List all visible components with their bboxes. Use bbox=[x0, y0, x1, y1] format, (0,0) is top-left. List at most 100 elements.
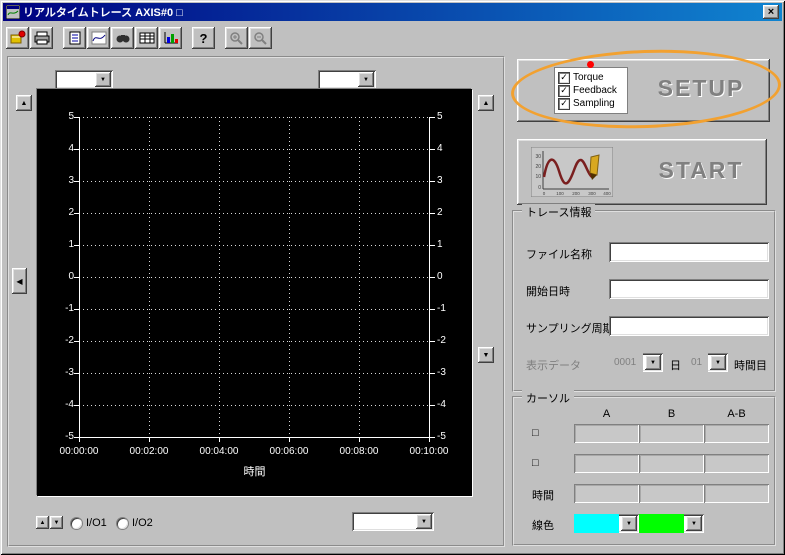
close-button[interactable]: × bbox=[763, 5, 779, 19]
tick bbox=[429, 438, 430, 442]
radio-label: I/O2 bbox=[132, 517, 153, 529]
grid-icon bbox=[139, 32, 154, 44]
sampling-period-field[interactable] bbox=[609, 316, 769, 336]
column-header-a: A bbox=[602, 408, 611, 420]
tick bbox=[289, 438, 290, 442]
cursor-value-cell bbox=[574, 424, 639, 443]
axis-slider-left-button[interactable]: ◀ bbox=[12, 268, 27, 294]
y-axis-tick-label: 5 bbox=[68, 111, 74, 122]
tick bbox=[74, 117, 79, 118]
tick bbox=[74, 149, 79, 150]
svg-text:200: 200 bbox=[572, 191, 580, 196]
cursor-group: カーソル A B A-B □ □ 時間 線色 ▼ ▼ bbox=[512, 390, 776, 546]
hour-unit-label: 時間目 bbox=[734, 360, 767, 372]
toolbar-separator bbox=[183, 27, 192, 49]
bottom-combo[interactable]: ▼ bbox=[352, 512, 434, 531]
scroll-up-small-button[interactable]: ▲ bbox=[36, 516, 49, 529]
dropdown-arrow-icon: ▼ bbox=[358, 72, 374, 87]
tick bbox=[74, 373, 79, 374]
tick bbox=[430, 373, 435, 374]
y-axis-tick-label: 2 bbox=[437, 207, 443, 218]
toolbar-button-grid[interactable] bbox=[135, 27, 158, 49]
y-axis-tick-label: 4 bbox=[437, 143, 443, 154]
y-axis-tick-label: -2 bbox=[437, 335, 446, 346]
x-axis-tick-label: 00:10:00 bbox=[409, 446, 449, 457]
scroll-up-right-button[interactable]: ▲ bbox=[478, 95, 494, 111]
y-axis-tick-label: -5 bbox=[437, 431, 446, 442]
scroll-down-right-button[interactable]: ▼ bbox=[478, 347, 494, 363]
hour-combo[interactable]: 01 ▼ bbox=[686, 353, 728, 372]
zoom-in-button[interactable] bbox=[225, 27, 248, 49]
day-unit-label: 日 bbox=[670, 360, 681, 372]
cursor-value-cell bbox=[704, 484, 769, 503]
y-axis-tick-label: -3 bbox=[65, 367, 74, 378]
left-arrow-icon: ◀ bbox=[16, 276, 23, 286]
zoom-in-icon bbox=[229, 31, 243, 45]
scroll-down-small-button[interactable]: ▼ bbox=[50, 516, 63, 529]
line-color-combo-a[interactable]: ▼ bbox=[574, 514, 639, 533]
setup-checkbox-feedback[interactable]: ✓ Feedback bbox=[559, 84, 627, 97]
channel-combo-right[interactable]: ▼ bbox=[318, 70, 376, 89]
file-name-field[interactable] bbox=[609, 242, 769, 262]
gridline bbox=[79, 149, 430, 150]
combo-value bbox=[55, 70, 93, 89]
tick bbox=[74, 213, 79, 214]
dropdown-arrow-icon: ▼ bbox=[686, 516, 702, 531]
start-button[interactable]: 30 20 10 0 0 100 200 300 400 START bbox=[517, 139, 767, 205]
radio-icon bbox=[117, 517, 128, 529]
gridline bbox=[79, 213, 430, 214]
gridline bbox=[79, 277, 430, 278]
svg-text:0: 0 bbox=[538, 185, 541, 191]
setup-button[interactable]: ✓ Torque ✓ Feedback ✓ Sampling SETUP bbox=[517, 59, 770, 122]
checkbox-icon: ✓ bbox=[559, 97, 569, 109]
dropdown-arrow-icon: ▼ bbox=[621, 516, 637, 531]
y-axis-tick-label: 5 bbox=[437, 111, 443, 122]
toolbar-button-curve[interactable] bbox=[87, 27, 110, 49]
checkbox-label: Sampling bbox=[573, 98, 615, 109]
line-color-combo-b[interactable]: ▼ bbox=[639, 514, 704, 533]
toolbar-separator bbox=[54, 27, 63, 49]
tick bbox=[430, 245, 435, 246]
gridline bbox=[149, 117, 150, 438]
gridline bbox=[289, 117, 290, 438]
toolbar-button-color-chart[interactable] bbox=[159, 27, 182, 49]
setup-checkbox-torque[interactable]: ✓ Torque bbox=[559, 71, 627, 84]
y-axis-tick-label: 3 bbox=[68, 175, 74, 186]
start-time-field[interactable] bbox=[609, 279, 769, 299]
file-name-label: ファイル名称 bbox=[526, 249, 592, 261]
toolbar-button-document[interactable] bbox=[63, 27, 86, 49]
dropdown-arrow-icon: ▼ bbox=[95, 72, 111, 87]
sampling-period-label: サンプリング周期 bbox=[526, 323, 614, 335]
title-bar[interactable]: リアルタイムトレース AXIS#0 □ × bbox=[3, 3, 782, 21]
trace-chart: 時間 5 5 4 4 3 3 2 2 1 1 0 0 -1 -1 -2 -2 -3 -3 -4 -4 -5 -5 00:00… bbox=[37, 89, 472, 496]
setup-checkbox-sampling[interactable]: ✓ Sampling bbox=[559, 97, 627, 110]
gridline bbox=[79, 181, 430, 182]
day-combo[interactable]: 0001 ▼ bbox=[609, 353, 663, 372]
toolbar-button-cube[interactable] bbox=[6, 27, 29, 49]
scroll-up-left-button[interactable]: ▲ bbox=[16, 95, 32, 111]
checkbox-label: Feedback bbox=[573, 85, 617, 96]
zoom-out-button[interactable] bbox=[249, 27, 272, 49]
trace-info-group: トレース情報 ファイル名称 開始日時 サンプリング周期 表示データ 0001 ▼… bbox=[512, 204, 776, 392]
help-button[interactable]: ? bbox=[192, 27, 215, 49]
y-axis-tick-label: -5 bbox=[65, 431, 74, 442]
radio-io1[interactable]: I/O1 bbox=[71, 517, 107, 529]
checkbox-icon: ✓ bbox=[559, 84, 569, 96]
tick bbox=[79, 438, 80, 442]
zoom-out-icon bbox=[253, 31, 267, 45]
help-icon: ? bbox=[199, 30, 208, 46]
toolbar-button-binoculars[interactable] bbox=[111, 27, 134, 49]
svg-text:10: 10 bbox=[535, 174, 541, 180]
column-header-a-b: A-B bbox=[727, 408, 746, 420]
radio-io2[interactable]: I/O2 bbox=[117, 517, 153, 529]
dropdown-arrow-icon: ▼ bbox=[710, 355, 726, 370]
window-title: リアルタイムトレース AXIS#0 □ bbox=[23, 7, 183, 19]
tick bbox=[430, 149, 435, 150]
print-button[interactable] bbox=[30, 27, 53, 49]
up-arrow-icon: ▲ bbox=[482, 99, 490, 107]
channel-combo-left[interactable]: ▼ bbox=[55, 70, 113, 89]
tick bbox=[74, 341, 79, 342]
gridline bbox=[79, 245, 430, 246]
combo-value: 0001 bbox=[609, 353, 643, 372]
x-axis-tick-label: 00:08:00 bbox=[339, 446, 379, 457]
